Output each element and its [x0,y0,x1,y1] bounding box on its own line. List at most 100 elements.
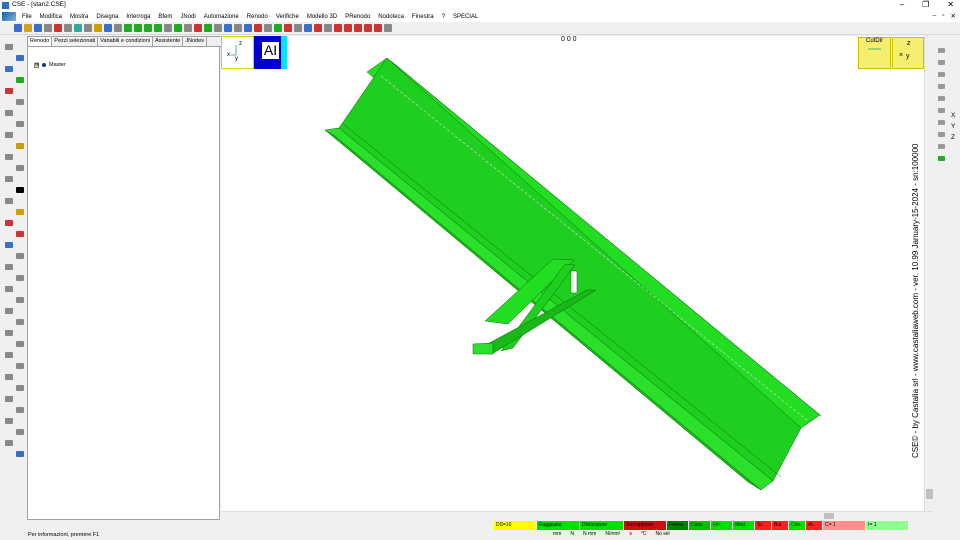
restore-button[interactable]: ❐ [922,0,929,9]
status-cell[interactable]: Fin. [711,521,732,530]
left-tool-icon[interactable] [16,451,24,457]
toolbar-tool-icon[interactable] [124,24,132,32]
toolbar-tool-icon[interactable] [224,24,232,32]
left-tool-icon[interactable] [5,374,13,380]
right-axis-x-button[interactable]: X [951,112,955,119]
menu-finestra[interactable]: Finestra [408,14,438,20]
tab-renodo[interactable]: Renodo [28,37,53,46]
toolbar-tool-icon[interactable] [134,24,142,32]
status-cell[interactable]: Carp. [689,521,710,530]
toolbar-tool-icon[interactable] [344,24,352,32]
right-tool-icon[interactable] [938,120,945,125]
status-cell[interactable]: Bul. [772,521,788,530]
status-cell[interactable]: Fermo [667,521,688,530]
menu-automazione[interactable]: Automazione [200,14,243,20]
toolbar-tool-icon[interactable] [74,24,82,32]
status-cell[interactable]: At. [806,521,822,530]
toolbar-tool-icon[interactable] [104,24,112,32]
toolbar-tool-icon[interactable] [244,24,252,32]
tab-variabili-condizioni[interactable]: Variabili e condizioni [98,37,153,46]
status-cell[interactable]: Sc. [755,521,771,530]
right-tool-icon[interactable] [938,60,945,65]
toolbar-tool-icon[interactable] [24,24,32,32]
menu-renodo[interactable]: Renodo [243,14,272,20]
vertical-scroll-thumb[interactable] [926,489,933,499]
menu-bfem[interactable]: Bfem [154,14,176,20]
toolbar-tool-icon[interactable] [114,24,122,32]
left-tool-icon[interactable] [16,99,24,105]
right-tool-icon[interactable] [938,48,945,53]
left-tool-icon[interactable] [5,198,13,204]
left-tool-icon[interactable] [16,143,24,149]
menu-jnodi[interactable]: JNodi [176,14,199,20]
tab-assistente[interactable]: Assistente [153,37,184,46]
left-tool-icon[interactable] [16,275,24,281]
tab-jnodes[interactable]: JNodes [183,37,208,46]
left-tool-icon[interactable] [16,187,24,193]
mdi-document-icon[interactable] [2,12,16,21]
vertical-scrollbar[interactable] [924,36,933,512]
menu-help[interactable]: ? [438,14,449,20]
left-tool-icon[interactable] [16,231,24,237]
toolbar-tool-icon[interactable] [94,24,102,32]
toolbar-tool-icon[interactable] [164,24,172,32]
left-tool-icon[interactable] [5,286,13,292]
left-tool-icon[interactable] [5,176,13,182]
left-tool-icon[interactable] [5,242,13,248]
status-cell[interactable]: Dislocatore [580,521,623,530]
toolbar-tool-icon[interactable] [374,24,382,32]
left-tool-icon[interactable] [5,88,13,94]
toolbar-tool-icon[interactable] [324,24,332,32]
status-cell[interactable]: Sovrapposto [624,521,666,530]
toolbar-tool-icon[interactable] [14,24,22,32]
toolbar-tool-icon[interactable] [384,24,392,32]
left-tool-icon[interactable] [16,209,24,215]
left-tool-icon[interactable] [5,66,13,72]
tab-pezzi-selezionati[interactable]: Pezzi selezionati [52,37,99,46]
left-tool-icon[interactable] [5,440,13,446]
toolbar-tool-icon[interactable] [354,24,362,32]
left-tool-icon[interactable] [16,77,24,83]
status-cell[interactable]: I= 1 [866,521,908,530]
tree-expander-icon[interactable]: ⊞ [34,62,39,68]
menu-mostra[interactable]: Mostra [66,14,92,20]
toolbar-tool-icon[interactable] [174,24,182,32]
status-cell[interactable]: Raggiusta [537,521,579,530]
right-tool-icon[interactable] [938,156,945,161]
close-button[interactable]: ✕ [947,0,954,9]
toolbar-tool-icon[interactable] [334,24,342,32]
toolbar-tool-icon[interactable] [264,24,272,32]
left-tool-icon[interactable] [16,165,24,171]
left-tool-icon[interactable] [5,396,13,402]
toolbar-tool-icon[interactable] [294,24,302,32]
right-tool-icon[interactable] [938,96,945,101]
mdi-close-button[interactable]: ✕ [951,12,956,20]
status-cell[interactable]: Med. [733,521,754,530]
menu-interroga[interactable]: Interroga [122,14,154,20]
toolbar-tool-icon[interactable] [364,24,372,32]
left-tool-icon[interactable] [16,319,24,325]
toolbar-tool-icon[interactable] [184,24,192,32]
menu-modifica[interactable]: Modifica [36,14,66,20]
toolbar-tool-icon[interactable] [274,24,282,32]
toolbar-tool-icon[interactable] [154,24,162,32]
toolbar-tool-icon[interactable] [314,24,322,32]
left-tool-icon[interactable] [5,330,13,336]
right-tool-icon[interactable] [938,108,945,113]
right-tool-icon[interactable] [938,144,945,149]
menu-special[interactable]: SPECIAL [449,14,482,20]
left-tool-icon[interactable] [16,253,24,259]
toolbar-tool-icon[interactable] [34,24,42,32]
toolbar-tool-icon[interactable] [214,24,222,32]
left-tool-icon[interactable] [5,44,13,50]
toolbar-tool-icon[interactable] [44,24,52,32]
toolbar-tool-icon[interactable] [64,24,72,32]
tree-item-master[interactable]: ⊞ Master [34,62,66,68]
toolbar-tool-icon[interactable] [304,24,312,32]
toolbar-tool-icon[interactable] [284,24,292,32]
menu-disegna[interactable]: Disegna [92,14,122,20]
status-cell[interactable]: DS=10 [494,521,536,530]
left-tool-icon[interactable] [16,429,24,435]
minimize-button[interactable]: – [900,0,904,9]
status-cell[interactable]: Con. [789,521,805,530]
